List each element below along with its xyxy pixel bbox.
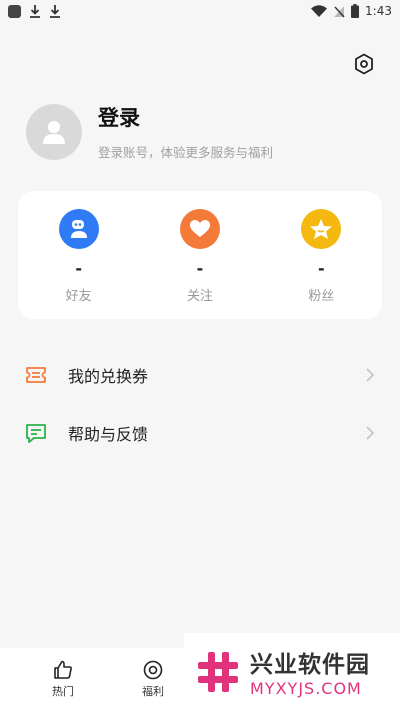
menu-item-coupons[interactable]: 我的兑换券 — [0, 346, 400, 404]
stat-friends[interactable]: - 好友 — [34, 209, 124, 319]
no-signal-icon — [334, 5, 345, 17]
stat-label: 好友 — [65, 289, 92, 304]
settings-button[interactable] — [352, 52, 376, 76]
menu-label: 我的兑换券 — [68, 367, 149, 386]
stat-label: 关注 — [186, 289, 213, 304]
watermark: 兴业软件园 MYXYJS.COM — [184, 633, 400, 710]
watermark-url: MYXYJS.COM — [250, 679, 362, 698]
app-icon — [8, 4, 21, 18]
ticket-icon — [24, 363, 48, 387]
nav-label: 热门 — [52, 685, 74, 698]
profile-section[interactable]: 登录 登录账号，体验更多服务与福利 — [26, 102, 273, 161]
chevron-right-icon — [366, 426, 375, 440]
download-icon — [50, 5, 60, 18]
stat-following[interactable]: - 关注 — [155, 209, 245, 319]
wifi-icon — [311, 5, 328, 17]
gear-hexagon-icon — [355, 53, 373, 75]
feedback-icon — [24, 421, 48, 445]
login-subtitle: 登录账号，体验更多服务与福利 — [98, 145, 274, 160]
target-icon — [143, 660, 163, 680]
user-icon — [43, 120, 65, 144]
watermark-main: 兴业软件园 — [250, 652, 370, 678]
profile-text: 登录 登录账号，体验更多服务与福利 — [98, 102, 273, 161]
chevron-right-icon — [366, 368, 375, 382]
stat-label: 粉丝 — [308, 289, 335, 304]
menu-label: 帮助与反馈 — [68, 425, 149, 444]
stat-fans[interactable]: - 粉丝 — [276, 209, 366, 319]
menu-item-help[interactable]: 帮助与反馈 — [0, 404, 400, 462]
status-right: 1:43 — [311, 4, 392, 18]
download-icon — [30, 5, 40, 18]
avatar[interactable] — [26, 103, 82, 160]
stat-value: - — [196, 259, 204, 278]
heart-icon — [179, 209, 220, 249]
stat-value: - — [317, 259, 325, 278]
nav-label: 福利 — [142, 685, 164, 698]
friend-icon — [58, 209, 99, 249]
watermark-text: 兴业软件园 MYXYJS.COM — [250, 645, 370, 698]
nav-item-hot[interactable]: 热门 — [18, 648, 108, 710]
battery-icon — [351, 4, 360, 18]
thumbs-up-icon — [54, 660, 72, 679]
stats-card: - 好友 - 关注 - 粉丝 — [18, 191, 382, 319]
star-icon — [301, 209, 342, 249]
login-title[interactable]: 登录 — [98, 102, 273, 132]
status-bar: 1:43 — [0, 0, 400, 22]
status-left — [8, 4, 61, 18]
watermark-logo-icon — [198, 651, 238, 692]
menu-list: 我的兑换券 帮助与反馈 — [0, 346, 400, 462]
stat-value: - — [75, 259, 82, 278]
status-time: 1:43 — [365, 4, 392, 18]
